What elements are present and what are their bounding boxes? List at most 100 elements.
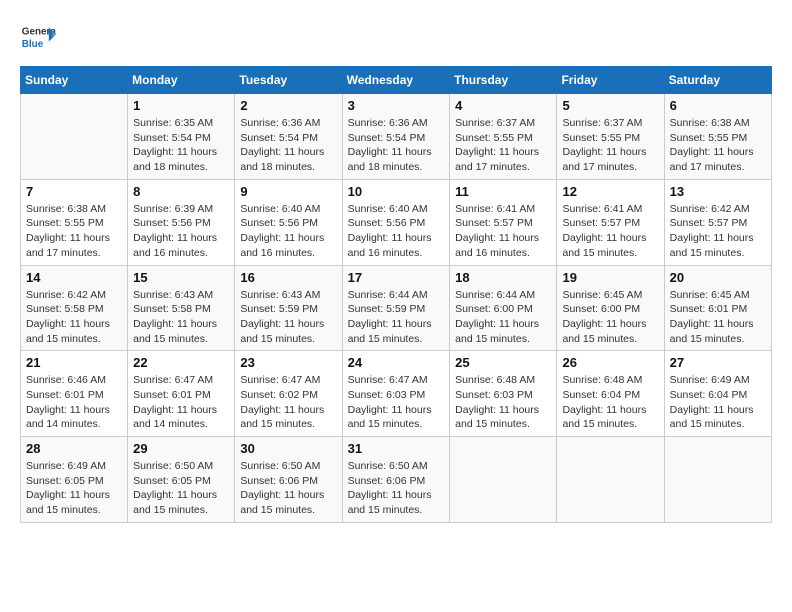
day-info: Sunrise: 6:50 AMSunset: 6:06 PMDaylight:… bbox=[348, 459, 445, 518]
day-cell: 25 Sunrise: 6:48 AMSunset: 6:03 PMDayligh… bbox=[450, 351, 557, 437]
day-cell: 21 Sunrise: 6:46 AMSunset: 6:01 PMDayligh… bbox=[21, 351, 128, 437]
day-info: Sunrise: 6:45 AMSunset: 6:01 PMDaylight:… bbox=[670, 288, 766, 347]
day-info: Sunrise: 6:44 AMSunset: 5:59 PMDaylight:… bbox=[348, 288, 445, 347]
day-number: 19 bbox=[562, 270, 658, 285]
day-info: Sunrise: 6:47 AMSunset: 6:01 PMDaylight:… bbox=[133, 373, 229, 432]
day-number: 15 bbox=[133, 270, 229, 285]
day-info: Sunrise: 6:37 AMSunset: 5:55 PMDaylight:… bbox=[562, 116, 658, 175]
day-cell: 2 Sunrise: 6:36 AMSunset: 5:54 PMDaylight… bbox=[235, 94, 342, 180]
day-cell: 27 Sunrise: 6:49 AMSunset: 6:04 PMDayligh… bbox=[664, 351, 771, 437]
day-cell: 20 Sunrise: 6:45 AMSunset: 6:01 PMDayligh… bbox=[664, 265, 771, 351]
day-number: 10 bbox=[348, 184, 445, 199]
day-number: 28 bbox=[26, 441, 122, 456]
day-number: 13 bbox=[670, 184, 766, 199]
day-number: 21 bbox=[26, 355, 122, 370]
day-info: Sunrise: 6:44 AMSunset: 6:00 PMDaylight:… bbox=[455, 288, 551, 347]
day-cell: 13 Sunrise: 6:42 AMSunset: 5:57 PMDayligh… bbox=[664, 179, 771, 265]
day-info: Sunrise: 6:47 AMSunset: 6:02 PMDaylight:… bbox=[240, 373, 336, 432]
day-number: 18 bbox=[455, 270, 551, 285]
day-number: 24 bbox=[348, 355, 445, 370]
day-number: 17 bbox=[348, 270, 445, 285]
day-info: Sunrise: 6:43 AMSunset: 5:58 PMDaylight:… bbox=[133, 288, 229, 347]
day-cell: 7Sunrise: 6:38 AMSunset: 5:55 PMDaylight… bbox=[21, 179, 128, 265]
day-info: Sunrise: 6:37 AMSunset: 5:55 PMDaylight:… bbox=[455, 116, 551, 175]
day-info: Sunrise: 6:49 AMSunset: 6:04 PMDaylight:… bbox=[670, 373, 766, 432]
day-info: Sunrise: 6:50 AMSunset: 6:06 PMDaylight:… bbox=[240, 459, 336, 518]
day-cell: 12 Sunrise: 6:41 AMSunset: 5:57 PMDayligh… bbox=[557, 179, 664, 265]
day-cell: 31 Sunrise: 6:50 AMSunset: 6:06 PMDayligh… bbox=[342, 437, 450, 523]
day-cell bbox=[450, 437, 557, 523]
day-number: 5 bbox=[562, 98, 658, 113]
day-info: Sunrise: 6:46 AMSunset: 6:01 PMDaylight:… bbox=[26, 373, 122, 432]
day-cell: 26 Sunrise: 6:48 AMSunset: 6:04 PMDayligh… bbox=[557, 351, 664, 437]
day-cell: 8Sunrise: 6:39 AMSunset: 5:56 PMDaylight… bbox=[128, 179, 235, 265]
day-number: 26 bbox=[562, 355, 658, 370]
day-cell: 14Sunrise: 6:42 AMSunset: 5:58 PMDayligh… bbox=[21, 265, 128, 351]
day-number: 9 bbox=[240, 184, 336, 199]
page-header: General Blue bbox=[20, 20, 772, 56]
day-info: Sunrise: 6:41 AMSunset: 5:57 PMDaylight:… bbox=[455, 202, 551, 261]
day-cell: 4 Sunrise: 6:37 AMSunset: 5:55 PMDaylight… bbox=[450, 94, 557, 180]
day-number: 2 bbox=[240, 98, 336, 113]
day-cell: 24Sunrise: 6:47 AMSunset: 6:03 PMDayligh… bbox=[342, 351, 450, 437]
week-row-3: 14Sunrise: 6:42 AMSunset: 5:58 PMDayligh… bbox=[21, 265, 772, 351]
day-cell: 22 Sunrise: 6:47 AMSunset: 6:01 PMDayligh… bbox=[128, 351, 235, 437]
day-cell: 15 Sunrise: 6:43 AMSunset: 5:58 PMDayligh… bbox=[128, 265, 235, 351]
logo: General Blue bbox=[20, 20, 56, 56]
day-number: 12 bbox=[562, 184, 658, 199]
day-info: Sunrise: 6:36 AMSunset: 5:54 PMDaylight:… bbox=[240, 116, 336, 175]
day-number: 14 bbox=[26, 270, 122, 285]
week-row-1: 1 Sunrise: 6:35 AMSunset: 5:54 PMDaylight… bbox=[21, 94, 772, 180]
day-info: Sunrise: 6:42 AMSunset: 5:57 PMDaylight:… bbox=[670, 202, 766, 261]
day-info: Sunrise: 6:48 AMSunset: 6:04 PMDaylight:… bbox=[562, 373, 658, 432]
day-info: Sunrise: 6:35 AMSunset: 5:54 PMDaylight:… bbox=[133, 116, 229, 175]
day-cell: 1 Sunrise: 6:35 AMSunset: 5:54 PMDaylight… bbox=[128, 94, 235, 180]
day-cell: 5 Sunrise: 6:37 AMSunset: 5:55 PMDaylight… bbox=[557, 94, 664, 180]
day-number: 3 bbox=[348, 98, 445, 113]
day-info: Sunrise: 6:48 AMSunset: 6:03 PMDaylight:… bbox=[455, 373, 551, 432]
day-number: 23 bbox=[240, 355, 336, 370]
day-header-wednesday: Wednesday bbox=[342, 67, 450, 94]
day-header-thursday: Thursday bbox=[450, 67, 557, 94]
day-number: 20 bbox=[670, 270, 766, 285]
week-row-5: 28 Sunrise: 6:49 AMSunset: 6:05 PMDayligh… bbox=[21, 437, 772, 523]
day-cell: 6Sunrise: 6:38 AMSunset: 5:55 PMDaylight… bbox=[664, 94, 771, 180]
day-number: 4 bbox=[455, 98, 551, 113]
day-number: 25 bbox=[455, 355, 551, 370]
day-header-sunday: Sunday bbox=[21, 67, 128, 94]
day-number: 11 bbox=[455, 184, 551, 199]
day-cell: 10 Sunrise: 6:40 AMSunset: 5:56 PMDayligh… bbox=[342, 179, 450, 265]
day-cell: 11 Sunrise: 6:41 AMSunset: 5:57 PMDayligh… bbox=[450, 179, 557, 265]
day-number: 29 bbox=[133, 441, 229, 456]
day-cell: 29 Sunrise: 6:50 AMSunset: 6:05 PMDayligh… bbox=[128, 437, 235, 523]
day-cell: 16Sunrise: 6:43 AMSunset: 5:59 PMDayligh… bbox=[235, 265, 342, 351]
day-info: Sunrise: 6:40 AMSunset: 5:56 PMDaylight:… bbox=[240, 202, 336, 261]
week-row-2: 7Sunrise: 6:38 AMSunset: 5:55 PMDaylight… bbox=[21, 179, 772, 265]
day-header-tuesday: Tuesday bbox=[235, 67, 342, 94]
day-number: 1 bbox=[133, 98, 229, 113]
day-info: Sunrise: 6:45 AMSunset: 6:00 PMDaylight:… bbox=[562, 288, 658, 347]
day-cell: 18 Sunrise: 6:44 AMSunset: 6:00 PMDayligh… bbox=[450, 265, 557, 351]
day-info: Sunrise: 6:50 AMSunset: 6:05 PMDaylight:… bbox=[133, 459, 229, 518]
day-header-saturday: Saturday bbox=[664, 67, 771, 94]
day-header-friday: Friday bbox=[557, 67, 664, 94]
day-cell bbox=[664, 437, 771, 523]
calendar-body: 1 Sunrise: 6:35 AMSunset: 5:54 PMDaylight… bbox=[21, 94, 772, 523]
day-info: Sunrise: 6:39 AMSunset: 5:56 PMDaylight:… bbox=[133, 202, 229, 261]
day-number: 22 bbox=[133, 355, 229, 370]
day-cell bbox=[557, 437, 664, 523]
day-number: 31 bbox=[348, 441, 445, 456]
day-info: Sunrise: 6:38 AMSunset: 5:55 PMDaylight:… bbox=[670, 116, 766, 175]
day-cell: 28 Sunrise: 6:49 AMSunset: 6:05 PMDayligh… bbox=[21, 437, 128, 523]
day-info: Sunrise: 6:40 AMSunset: 5:56 PMDaylight:… bbox=[348, 202, 445, 261]
day-cell: 17 Sunrise: 6:44 AMSunset: 5:59 PMDayligh… bbox=[342, 265, 450, 351]
day-number: 27 bbox=[670, 355, 766, 370]
calendar-table: SundayMondayTuesdayWednesdayThursdayFrid… bbox=[20, 66, 772, 523]
day-info: Sunrise: 6:41 AMSunset: 5:57 PMDaylight:… bbox=[562, 202, 658, 261]
day-cell: 23 Sunrise: 6:47 AMSunset: 6:02 PMDayligh… bbox=[235, 351, 342, 437]
day-cell: 9 Sunrise: 6:40 AMSunset: 5:56 PMDaylight… bbox=[235, 179, 342, 265]
day-cell: 3Sunrise: 6:36 AMSunset: 5:54 PMDaylight… bbox=[342, 94, 450, 180]
day-number: 7 bbox=[26, 184, 122, 199]
day-info: Sunrise: 6:49 AMSunset: 6:05 PMDaylight:… bbox=[26, 459, 122, 518]
day-number: 16 bbox=[240, 270, 336, 285]
